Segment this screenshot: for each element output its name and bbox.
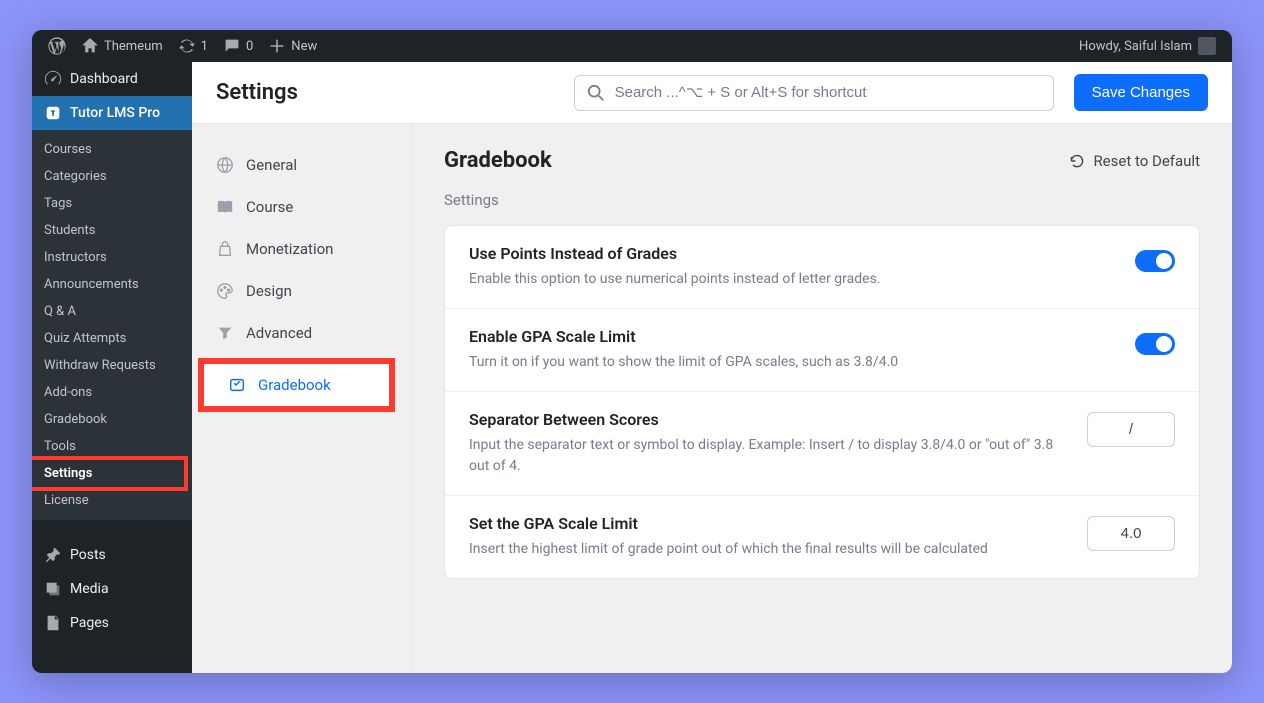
comments-link[interactable]: 0: [216, 38, 261, 54]
field-use-points: Use Points Instead of Grades Enable this…: [445, 226, 1199, 309]
submenu-tags[interactable]: Tags: [32, 190, 192, 217]
settings-main: Gradebook Reset to Default Settings Use …: [412, 124, 1232, 673]
settings-topbar: Settings Save Changes: [192, 62, 1232, 124]
submenu-license[interactable]: License: [32, 487, 192, 514]
refresh-icon: [179, 38, 195, 54]
pin-icon: [44, 546, 62, 564]
field-title: Enable GPA Scale Limit: [469, 327, 1111, 346]
reset-to-default[interactable]: Reset to Default: [1069, 152, 1200, 170]
settings-nav: General Course Monetization Design: [192, 124, 412, 673]
gradebook-settings-card: Use Points Instead of Grades Enable this…: [444, 225, 1200, 579]
sidebar-item-label: Tutor LMS Pro: [70, 105, 160, 121]
snav-label: Monetization: [246, 240, 333, 258]
toggle-enable-gpa[interactable]: [1135, 333, 1175, 355]
snav-label: Course: [246, 198, 293, 216]
page-title: Settings: [216, 80, 298, 105]
search-input[interactable]: [615, 84, 1041, 101]
snav-general[interactable]: General: [192, 144, 411, 186]
comment-icon: [224, 38, 240, 54]
updates-count: 1: [201, 39, 208, 54]
field-title: Use Points Instead of Grades: [469, 244, 1111, 263]
howdy-link[interactable]: Howdy, Saiful Islam: [1071, 37, 1224, 55]
field-desc: Enable this option to use numerical poin…: [469, 269, 1111, 290]
sidebar-item-dashboard[interactable]: Dashboard: [32, 62, 192, 96]
sidebar-item-label: Pages: [70, 615, 109, 631]
admin-bar: Themeum 1 0 New Howdy, Saiful Islam: [32, 30, 1232, 62]
snav-design[interactable]: Design: [192, 270, 411, 312]
howdy-text: Howdy, Saiful Islam: [1079, 39, 1192, 54]
submenu-categories[interactable]: Categories: [32, 163, 192, 190]
sidebar-item-label: Posts: [70, 547, 106, 563]
wordpress-icon: [48, 37, 66, 55]
field-desc: Input the separator text or symbol to di…: [469, 435, 1063, 477]
sidebar-item-posts[interactable]: Posts: [32, 538, 192, 572]
field-desc: Insert the highest limit of grade point …: [469, 539, 1063, 560]
sidebar-item-pages[interactable]: Pages: [32, 606, 192, 640]
snav-label: General: [246, 156, 297, 174]
section-subheading: Settings: [444, 191, 1200, 209]
input-scale-limit[interactable]: [1087, 516, 1175, 551]
snav-monetization[interactable]: Monetization: [192, 228, 411, 270]
save-button[interactable]: Save Changes: [1074, 74, 1208, 111]
field-title: Separator Between Scores: [469, 410, 1063, 429]
submenu-quiz-attempts[interactable]: Quiz Attempts: [32, 325, 192, 352]
filter-icon: [216, 324, 234, 342]
comments-count: 0: [246, 39, 253, 54]
input-separator[interactable]: [1087, 412, 1175, 447]
new-link[interactable]: New: [261, 38, 325, 54]
tutor-submenu: Courses Categories Tags Students Instruc…: [32, 130, 192, 520]
snav-label: Advanced: [246, 324, 312, 342]
submenu-addons[interactable]: Add-ons: [32, 379, 192, 406]
reset-label: Reset to Default: [1093, 152, 1200, 170]
tutor-icon: [44, 104, 62, 122]
toggle-use-points[interactable]: [1135, 250, 1175, 272]
submenu-announcements[interactable]: Announcements: [32, 271, 192, 298]
avatar: [1198, 37, 1216, 55]
reset-icon: [1069, 153, 1085, 169]
site-name: Themeum: [104, 39, 163, 54]
wp-admin-sidebar: Dashboard Tutor LMS Pro Courses Categori…: [32, 62, 192, 673]
snav-gradebook[interactable]: Gradebook: [204, 364, 389, 406]
new-label: New: [291, 39, 317, 54]
search-icon: [587, 84, 605, 102]
submenu-instructors[interactable]: Instructors: [32, 244, 192, 271]
field-enable-gpa: Enable GPA Scale Limit Turn it on if you…: [445, 309, 1199, 392]
submenu-courses[interactable]: Courses: [32, 136, 192, 163]
field-scale-limit: Set the GPA Scale Limit Insert the highe…: [445, 496, 1199, 578]
updates-link[interactable]: 1: [171, 38, 216, 54]
sidebar-item-tutor[interactable]: Tutor LMS Pro: [32, 96, 192, 130]
field-separator: Separator Between Scores Input the separ…: [445, 392, 1199, 496]
globe-icon: [216, 156, 234, 174]
media-icon: [44, 580, 62, 598]
submenu-gradebook[interactable]: Gradebook: [32, 406, 192, 433]
palette-icon: [216, 282, 234, 300]
sidebar-item-label: Media: [70, 581, 109, 597]
submenu-settings[interactable]: Settings: [32, 460, 184, 487]
snav-course[interactable]: Course: [192, 186, 411, 228]
gradebook-icon: [228, 376, 246, 394]
sidebar-item-label: Dashboard: [70, 71, 138, 87]
page-icon: [44, 614, 62, 632]
submenu-withdraw[interactable]: Withdraw Requests: [32, 352, 192, 379]
home-icon: [82, 38, 98, 54]
field-title: Set the GPA Scale Limit: [469, 514, 1063, 533]
snav-label: Gradebook: [258, 376, 331, 394]
section-heading: Gradebook: [444, 148, 552, 173]
submenu-students[interactable]: Students: [32, 217, 192, 244]
bag-icon: [216, 240, 234, 258]
snav-label: Design: [246, 282, 292, 300]
sidebar-item-media[interactable]: Media: [32, 572, 192, 606]
book-icon: [216, 198, 234, 216]
snav-advanced[interactable]: Advanced: [192, 312, 411, 354]
dashboard-icon: [44, 70, 62, 88]
submenu-qa[interactable]: Q & A: [32, 298, 192, 325]
site-name-link[interactable]: Themeum: [74, 38, 171, 54]
search-box[interactable]: [574, 75, 1054, 111]
wp-logo[interactable]: [40, 37, 74, 55]
field-desc: Turn it on if you want to show the limit…: [469, 352, 1111, 373]
plus-icon: [269, 38, 285, 54]
